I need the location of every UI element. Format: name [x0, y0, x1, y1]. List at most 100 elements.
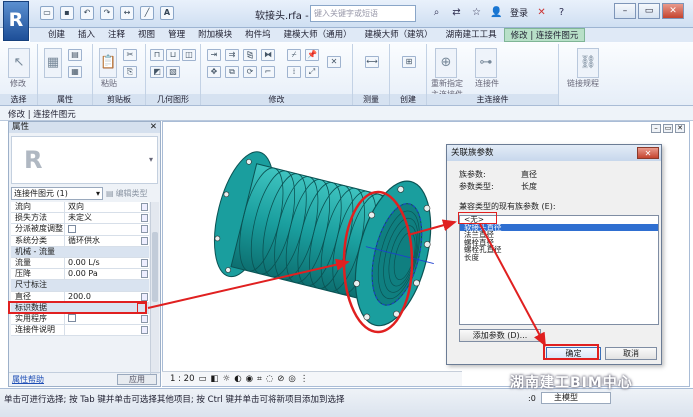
property-value[interactable] — [65, 325, 149, 335]
worksets-icon[interactable]: ⋮ — [300, 374, 309, 384]
user-icon[interactable]: 👤 — [490, 6, 503, 19]
cancel-button[interactable]: 取消 — [605, 347, 657, 360]
associate-parameter-button[interactable] — [141, 270, 148, 279]
properties-icon[interactable]: ▦ — [44, 48, 62, 78]
property-checkbox[interactable] — [68, 314, 76, 323]
property-row[interactable]: 分派被度调整 — [11, 224, 149, 236]
property-value[interactable]: 0.00 L/s — [65, 258, 149, 268]
property-value[interactable] — [65, 314, 149, 324]
app-menu-button[interactable]: R — [3, 1, 29, 41]
property-checkbox[interactable] — [68, 224, 76, 233]
redo-icon[interactable]: ↷ — [100, 6, 114, 20]
associate-parameter-button[interactable] — [141, 326, 148, 335]
scrollbar-thumb[interactable] — [152, 232, 158, 302]
login-link[interactable]: 登录 — [510, 6, 528, 19]
active-model-dropdown[interactable]: 主模型 — [541, 392, 611, 404]
pin-icon[interactable]: 📌 — [305, 49, 319, 61]
property-row[interactable]: 连接件说明 — [11, 325, 149, 337]
measure-tool-icon[interactable]: ⟷ — [365, 56, 379, 68]
compatible-parameters-list[interactable]: <无> 软接头直径 法兰直径 螺栓直径 螺栓孔直径 长度 — [459, 215, 659, 325]
tab-annotate[interactable]: 注释 — [102, 28, 131, 42]
create-group-icon[interactable]: ⊞ — [402, 56, 416, 68]
instance-filter-dropdown[interactable]: 连接件图元 (1) — [11, 186, 103, 200]
view-scale[interactable]: 1 : 20 — [170, 374, 195, 384]
property-value[interactable]: 0.00 Pa — [65, 269, 149, 279]
temporary-hide-icon[interactable]: ⊘ — [277, 374, 284, 384]
tab-manage[interactable]: 管理 — [162, 28, 191, 42]
render-icon[interactable]: ◉ — [246, 374, 253, 384]
mirror-axis-icon[interactable]: ⧎ — [243, 49, 257, 61]
property-value[interactable]: 双向 — [65, 202, 149, 212]
connector-icon[interactable]: ⊶ — [475, 48, 497, 78]
tab-addins[interactable]: 附加模块 — [192, 28, 238, 42]
property-row[interactable]: 压降 0.00 Pa — [11, 269, 149, 281]
hide-icon[interactable]: ◌ — [266, 374, 273, 384]
cut-geometry-icon[interactable]: ◫ — [182, 49, 196, 61]
property-row[interactable]: 系统分类 循环供水 — [11, 235, 149, 247]
property-row[interactable]: 损失方法 未定义 — [11, 213, 149, 225]
family-types-icon[interactable]: ▦ — [68, 66, 82, 78]
minimize-icon[interactable]: – — [614, 3, 636, 19]
binoculars-icon[interactable]: ⌕ — [430, 6, 443, 19]
property-value[interactable]: 未定义 — [65, 213, 149, 223]
tab-component-dock[interactable]: 构件坞 — [239, 28, 277, 42]
reveal-icon[interactable]: ◎ — [288, 374, 295, 384]
undo-icon[interactable]: ↶ — [80, 6, 94, 20]
tab-modeling-general[interactable]: 建模大师（通用） — [278, 28, 358, 42]
copy-element-icon[interactable]: ⧉ — [225, 66, 239, 78]
properties-scrollbar[interactable] — [150, 202, 159, 374]
chevron-down-icon[interactable]: ▾ — [149, 155, 153, 164]
associate-parameter-button[interactable] — [141, 292, 148, 301]
tab-modeling-architecture[interactable]: 建模大师（建筑） — [359, 28, 439, 42]
close-palette-icon[interactable]: ✕ — [150, 122, 157, 133]
cope-icon[interactable]: ⊔ — [166, 49, 180, 61]
tab-create[interactable]: 创建 — [42, 28, 71, 42]
reassign-icon[interactable]: ⊕ — [435, 48, 457, 78]
link-discipline-icon[interactable]: ⛓ — [577, 48, 599, 78]
search-input[interactable]: 键入关键字或短语 — [310, 5, 416, 22]
split-icon[interactable]: ⌿ — [287, 49, 301, 61]
paste-icon[interactable]: 📋 — [99, 48, 117, 78]
visual-style-icon[interactable]: ◧ — [211, 374, 219, 384]
associate-parameter-button[interactable] — [141, 225, 148, 234]
text-icon[interactable]: A — [160, 6, 174, 20]
property-value[interactable] — [65, 224, 149, 234]
modify-arrow-icon[interactable]: ↖ — [8, 48, 30, 78]
close-icon[interactable]: ✕ — [662, 3, 684, 19]
help-icon[interactable]: ? — [555, 6, 568, 19]
align-icon[interactable]: ⇥ — [207, 49, 221, 61]
property-category[interactable]: 尺寸标注 — [11, 280, 149, 292]
split-face-icon[interactable]: ◩ — [150, 66, 164, 78]
parameter-list-item[interactable]: 螺栓孔直径 — [460, 246, 658, 254]
type-selector[interactable]: R ▾ — [11, 136, 158, 184]
sun-path-icon[interactable]: ☼ — [223, 374, 231, 384]
property-row[interactable]: 流量 0.00 L/s — [11, 257, 149, 270]
associate-parameter-button[interactable] — [141, 203, 148, 211]
tab-modify-connector[interactable]: 修改 | 连接件图元 — [503, 28, 586, 42]
array-icon[interactable]: ⁞ — [287, 66, 301, 78]
measure-icon[interactable]: ↔ — [120, 6, 134, 20]
associate-parameter-button[interactable] — [141, 258, 148, 267]
exchange-apps-icon[interactable]: ✕ — [535, 6, 548, 19]
tab-hunan-tools[interactable]: 湖南建工工具 — [440, 28, 503, 42]
associate-parameter-button[interactable] — [141, 214, 148, 223]
tab-insert[interactable]: 插入 — [72, 28, 101, 42]
edit-type-button[interactable]: ▤ 编辑类型 — [106, 188, 148, 199]
copy-icon[interactable]: ⎘ — [123, 66, 137, 78]
trim-icon[interactable]: ⌐ — [261, 66, 275, 78]
properties-help-link[interactable]: 属性帮助 — [12, 374, 44, 385]
dialog-close-icon[interactable]: ✕ — [637, 147, 659, 159]
maximize-icon[interactable]: ▭ — [638, 3, 660, 19]
tab-view[interactable]: 视图 — [132, 28, 161, 42]
exchange-icon[interactable]: ⇄ — [450, 6, 463, 19]
shadows-icon[interactable]: ◐ — [234, 374, 241, 384]
move-icon[interactable]: ✥ — [207, 66, 221, 78]
cut-icon[interactable]: ✂ — [123, 49, 137, 61]
type-properties-icon[interactable]: ▤ — [68, 49, 82, 61]
delete-icon[interactable]: ✕ — [327, 56, 341, 68]
property-row[interactable]: 流向 双向 — [11, 202, 149, 214]
line-icon[interactable]: ╱ — [140, 6, 154, 20]
apply-button[interactable]: 应用 — [117, 374, 157, 385]
open-icon[interactable]: ▭ — [40, 6, 54, 20]
property-row[interactable]: 实用程序 — [11, 313, 149, 326]
